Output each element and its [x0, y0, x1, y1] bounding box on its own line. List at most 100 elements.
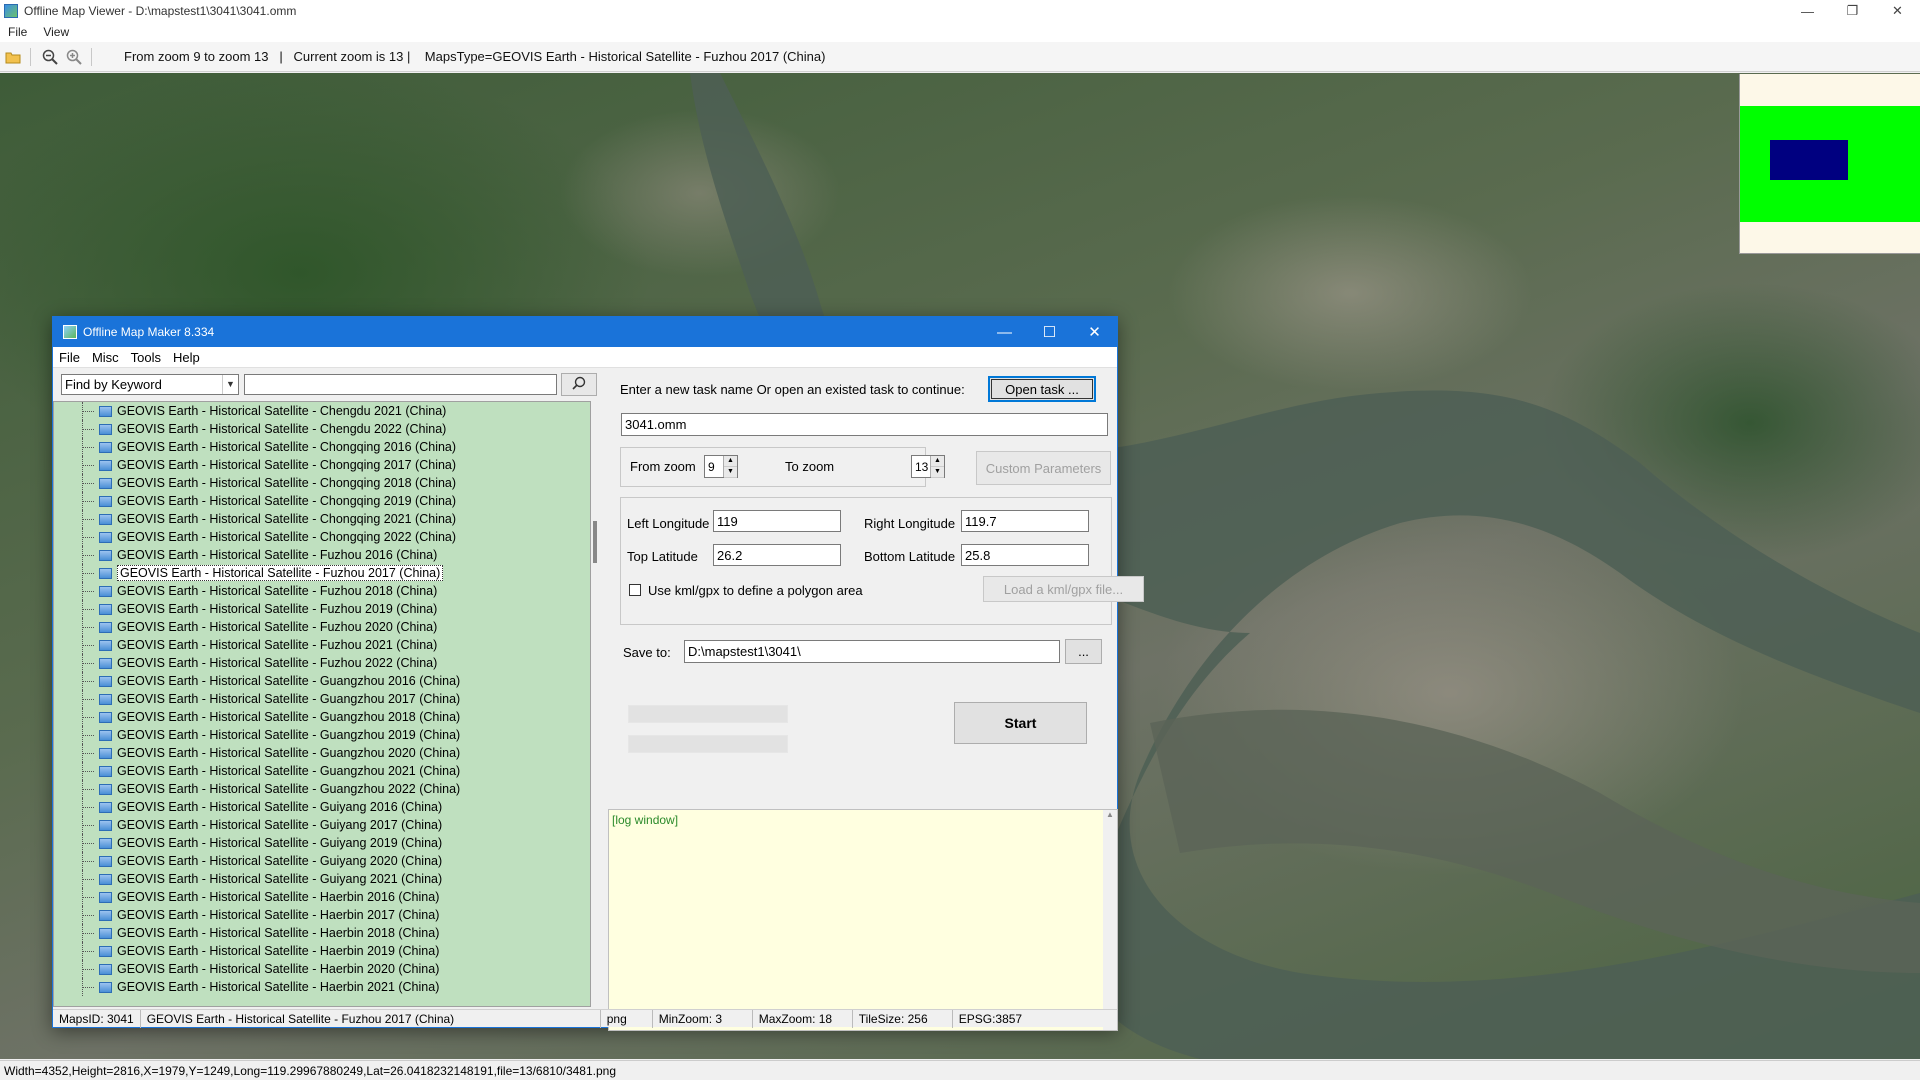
dialog-maximize-button[interactable]: ☐	[1027, 317, 1072, 347]
kml-checkbox[interactable]	[629, 584, 641, 596]
chevron-down-icon[interactable]: ▼	[222, 375, 238, 394]
bottom-latitude-input[interactable]: 25.8	[961, 544, 1089, 566]
tree-item[interactable]: GEOVIS Earth - Historical Satellite - Gu…	[54, 690, 590, 708]
dialog-minimize-button[interactable]: —	[982, 317, 1027, 347]
search-mode-select[interactable]: Find by Keyword ▼	[61, 374, 239, 395]
zoom-in-icon[interactable]	[63, 46, 85, 68]
tree-item[interactable]: GEOVIS Earth - Historical Satellite - Ch…	[54, 438, 590, 456]
log-window[interactable]: [log window] ▲	[608, 809, 1118, 1031]
tree-item[interactable]: GEOVIS Earth - Historical Satellite - Gu…	[54, 726, 590, 744]
keyword-input[interactable]	[244, 374, 557, 395]
tree-branch-line	[82, 645, 94, 646]
tree-item[interactable]: GEOVIS Earth - Historical Satellite - Ch…	[54, 510, 590, 528]
tree-item[interactable]: GEOVIS Earth - Historical Satellite - Ch…	[54, 402, 590, 420]
tree-item[interactable]: GEOVIS Earth - Historical Satellite - Gu…	[54, 672, 590, 690]
open-task-button[interactable]: Open task ...	[988, 376, 1096, 402]
tree-branch-line	[82, 861, 94, 862]
load-kml-button[interactable]: Load a kml/gpx file...	[983, 576, 1144, 602]
tree-item[interactable]: GEOVIS Earth - Historical Satellite - Gu…	[54, 834, 590, 852]
from-zoom-value: 9	[708, 459, 715, 474]
browse-button[interactable]: ...	[1065, 639, 1102, 664]
from-zoom-updown[interactable]: ▲ ▼	[723, 456, 737, 478]
save-to-input[interactable]: D:\mapstest1\3041\	[684, 640, 1060, 663]
tree-branch-line	[82, 915, 94, 916]
tree-scrollbar[interactable]	[591, 401, 599, 1007]
dialog-menu-misc[interactable]: Misc	[86, 350, 125, 365]
to-zoom-spinner[interactable]: 13 ▲ ▼	[911, 455, 945, 478]
dialog-menu-help[interactable]: Help	[167, 350, 206, 365]
tree-branch-line	[82, 483, 94, 484]
custom-parameters-button[interactable]: Custom Parameters	[976, 451, 1111, 485]
close-button[interactable]: ✕	[1875, 0, 1920, 22]
menu-view[interactable]: View	[35, 25, 77, 39]
tree-item[interactable]: GEOVIS Earth - Historical Satellite - Fu…	[54, 564, 590, 582]
tree-item-label: GEOVIS Earth - Historical Satellite - Ha…	[117, 980, 440, 994]
tree-item-label: GEOVIS Earth - Historical Satellite - Fu…	[117, 565, 444, 581]
tree-item[interactable]: GEOVIS Earth - Historical Satellite - Fu…	[54, 618, 590, 636]
tree-item[interactable]: GEOVIS Earth - Historical Satellite - Fu…	[54, 654, 590, 672]
to-zoom-updown[interactable]: ▲ ▼	[930, 456, 944, 478]
tree-item[interactable]: GEOVIS Earth - Historical Satellite - Ch…	[54, 528, 590, 546]
tree-item[interactable]: GEOVIS Earth - Historical Satellite - Ha…	[54, 960, 590, 978]
map-layer-icon	[99, 981, 112, 993]
log-text: [log window]	[612, 813, 679, 827]
tree-item[interactable]: GEOVIS Earth - Historical Satellite - Fu…	[54, 546, 590, 564]
progress-bar-2	[628, 735, 788, 753]
tree-item[interactable]: GEOVIS Earth - Historical Satellite - Ch…	[54, 420, 590, 438]
tree-item-label: GEOVIS Earth - Historical Satellite - Fu…	[117, 584, 438, 598]
tree-item[interactable]: GEOVIS Earth - Historical Satellite - Ha…	[54, 978, 590, 996]
start-button[interactable]: Start	[954, 702, 1087, 744]
tree-item[interactable]: GEOVIS Earth - Historical Satellite - Gu…	[54, 708, 590, 726]
from-zoom-spinner[interactable]: 9 ▲ ▼	[704, 455, 738, 478]
tree-item[interactable]: GEOVIS Earth - Historical Satellite - Ha…	[54, 888, 590, 906]
tree-item[interactable]: GEOVIS Earth - Historical Satellite - Fu…	[54, 600, 590, 618]
tree-item[interactable]: GEOVIS Earth - Historical Satellite - Gu…	[54, 870, 590, 888]
tree-item[interactable]: GEOVIS Earth - Historical Satellite - Gu…	[54, 744, 590, 762]
tree-item[interactable]: GEOVIS Earth - Historical Satellite - Gu…	[54, 852, 590, 870]
dialog-menu-tools[interactable]: Tools	[125, 350, 167, 365]
top-latitude-input[interactable]: 26.2	[713, 544, 841, 566]
tree-item[interactable]: GEOVIS Earth - Historical Satellite - Ha…	[54, 942, 590, 960]
overview-viewport[interactable]	[1770, 140, 1848, 180]
tree-scrollbar-thumb[interactable]	[593, 521, 597, 563]
maps-tree[interactable]: GEOVIS Earth - Historical Satellite - Ch…	[53, 401, 591, 1007]
dialog-close-button[interactable]: ✕	[1072, 317, 1117, 347]
map-layer-icon	[99, 711, 112, 723]
restore-button[interactable]: ❐	[1830, 0, 1875, 22]
tree-branch-line	[82, 789, 94, 790]
tree-branch-line	[82, 843, 94, 844]
status-min-zoom: MinZoom: 3	[653, 1009, 753, 1028]
search-button[interactable]	[561, 373, 597, 396]
tree-item[interactable]: GEOVIS Earth - Historical Satellite - Gu…	[54, 798, 590, 816]
dialog-menu-file[interactable]: File	[53, 350, 86, 365]
tree-item[interactable]: GEOVIS Earth - Historical Satellite - Ha…	[54, 924, 590, 942]
save-to-label: Save to:	[623, 645, 671, 660]
tree-item-label: GEOVIS Earth - Historical Satellite - Ha…	[117, 944, 440, 958]
tree-branch-line	[82, 735, 94, 736]
zoom-out-icon[interactable]	[39, 46, 61, 68]
search-mode-value: Find by Keyword	[65, 377, 162, 392]
map-layer-icon	[99, 531, 112, 543]
tree-item[interactable]: GEOVIS Earth - Historical Satellite - Gu…	[54, 762, 590, 780]
folder-open-icon[interactable]	[2, 46, 24, 68]
overview-minimap[interactable]	[1739, 74, 1920, 254]
map-layer-icon	[99, 873, 112, 885]
task-name-input[interactable]: 3041.omm	[621, 413, 1108, 436]
menu-file[interactable]: File	[0, 25, 35, 39]
log-scrollbar[interactable]: ▲	[1103, 810, 1117, 1030]
right-longitude-input[interactable]: 119.7	[961, 510, 1089, 532]
tree-item[interactable]: GEOVIS Earth - Historical Satellite - Ch…	[54, 492, 590, 510]
tree-item-label: GEOVIS Earth - Historical Satellite - Ch…	[117, 458, 457, 472]
tree-item[interactable]: GEOVIS Earth - Historical Satellite - Ch…	[54, 474, 590, 492]
tree-item[interactable]: GEOVIS Earth - Historical Satellite - Ch…	[54, 456, 590, 474]
tree-item[interactable]: GEOVIS Earth - Historical Satellite - Gu…	[54, 780, 590, 798]
map-layer-icon	[99, 621, 112, 633]
left-longitude-input[interactable]: 119	[713, 510, 841, 532]
tree-item-label: GEOVIS Earth - Historical Satellite - Ch…	[117, 404, 447, 418]
map-layer-icon	[99, 585, 112, 597]
tree-item[interactable]: GEOVIS Earth - Historical Satellite - Fu…	[54, 582, 590, 600]
minimize-button[interactable]: —	[1785, 0, 1830, 22]
tree-item[interactable]: GEOVIS Earth - Historical Satellite - Ha…	[54, 906, 590, 924]
tree-item[interactable]: GEOVIS Earth - Historical Satellite - Gu…	[54, 816, 590, 834]
tree-item[interactable]: GEOVIS Earth - Historical Satellite - Fu…	[54, 636, 590, 654]
